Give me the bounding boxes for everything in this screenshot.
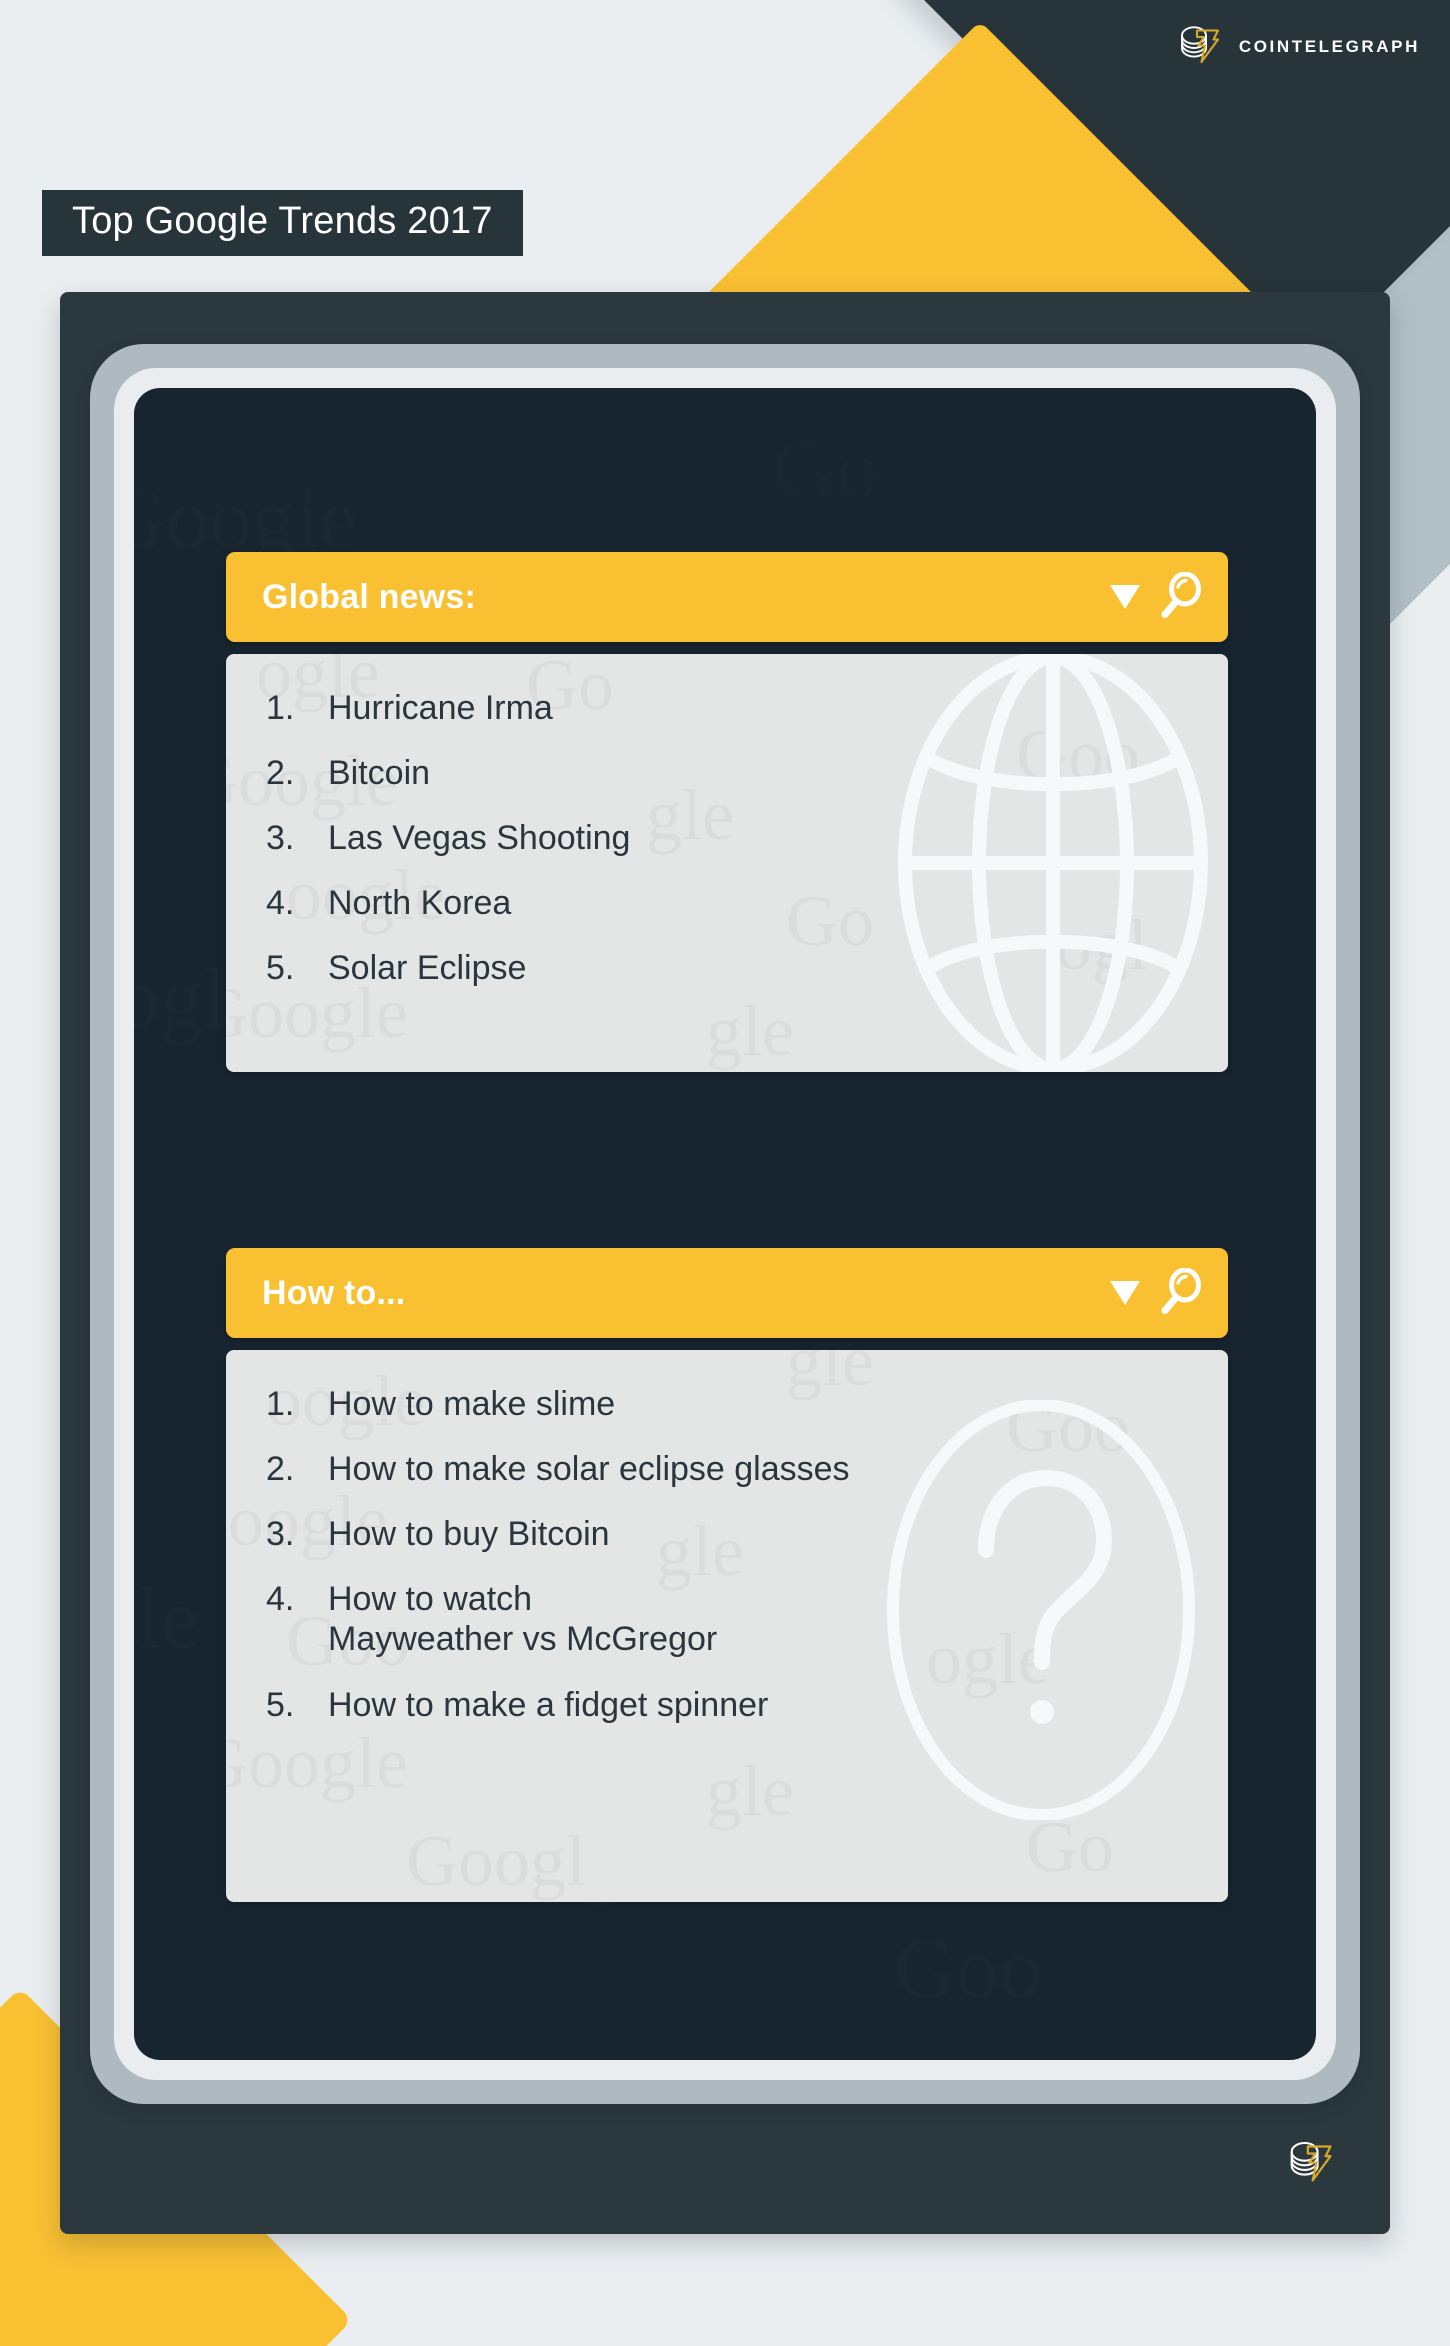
section-header-label: Global news: — [262, 577, 476, 616]
section-header-icon-group — [1110, 571, 1202, 623]
trend-list-how-to: 1. How to make slime 2. How to make sola… — [226, 1350, 1228, 1725]
list-item[interactable]: 2. Bitcoin — [226, 753, 1228, 793]
list-item-label: How to make solar eclipse glasses — [328, 1450, 850, 1489]
list-item-label: Solar Eclipse — [328, 949, 527, 988]
section-header-how-to[interactable]: How to... — [226, 1248, 1228, 1338]
trend-list-global-news: 1. Hurricane Irma 2. Bitcoin 3. Las Vega… — [226, 654, 1228, 989]
device-screen: Google gle oogle Go Google gle Goo Globa… — [134, 388, 1316, 2060]
magnifier-icon[interactable] — [1158, 1267, 1202, 1319]
list-item-number: 4. — [266, 884, 295, 923]
list-item-number: 5. — [266, 1685, 295, 1724]
list-item-number: 4. — [266, 1580, 295, 1619]
list-item-label: How to make slime — [328, 1385, 616, 1423]
list-item[interactable]: 5. Solar Eclipse — [226, 948, 1228, 988]
brand-logo-header: COINTELEGRAPH — [1173, 18, 1420, 75]
list-item-label: Bitcoin — [328, 754, 431, 793]
list-item-label: Las Vegas Shooting — [328, 819, 631, 858]
list-item-number: 3. — [266, 819, 295, 858]
list-item-number: 3. — [266, 1515, 295, 1554]
list-item-number: 2. — [266, 754, 295, 793]
cointelegraph-coin-bolt-logo-icon — [1173, 18, 1225, 75]
list-item-number: 1. — [266, 689, 295, 727]
device-frame-white: Google gle oogle Go Google gle Goo Globa… — [114, 368, 1336, 2080]
cointelegraph-coin-bolt-logo-icon — [1282, 2133, 1338, 2194]
chevron-down-icon[interactable] — [1110, 585, 1140, 609]
brand-logo-footer — [1282, 2133, 1338, 2194]
list-item-label: Hurricane Irma — [328, 689, 553, 727]
list-item[interactable]: 4. How to watch Mayweather vs McGregor — [226, 1579, 1228, 1659]
list-item[interactable]: 2. How to make solar eclipse glasses — [226, 1449, 1228, 1489]
brand-wordmark: COINTELEGRAPH — [1238, 36, 1420, 56]
list-item[interactable]: 3. Las Vegas Shooting — [226, 818, 1228, 858]
page-title-banner: Top Google Trends 2017 — [42, 190, 523, 256]
chevron-down-icon[interactable] — [1110, 1281, 1140, 1305]
list-item[interactable]: 1. How to make slime — [226, 1384, 1228, 1424]
page-title: Top Google Trends 2017 — [72, 200, 493, 242]
list-item[interactable]: 3. How to buy Bitcoin — [226, 1514, 1228, 1554]
list-item[interactable]: 4. North Korea — [226, 883, 1228, 923]
list-item-number: 2. — [266, 1450, 295, 1489]
list-item-label: How to watch Mayweather vs McGregor — [328, 1580, 718, 1659]
section-header-label: How to... — [262, 1273, 406, 1312]
section-body-how-to: gle oogle Goo Google gle Goo ogle Google… — [226, 1350, 1228, 1902]
device-outer-card: Google gle oogle Go Google gle Goo Globa… — [60, 292, 1390, 2234]
section-header-icon-group — [1110, 1267, 1202, 1319]
list-item[interactable]: 1. Hurricane Irma — [226, 688, 1228, 728]
list-item-label: How to make a fidget spinner — [328, 1685, 769, 1724]
list-item-number: 1. — [266, 1385, 295, 1423]
section-global-news: Global news: ogle Go oogle gle oogle Go … — [226, 552, 1228, 1072]
list-item-label: How to buy Bitcoin — [328, 1515, 610, 1554]
list-item-number: 5. — [266, 949, 295, 988]
list-item[interactable]: 5. How to make a fidget spinner — [226, 1685, 1228, 1725]
section-body-global-news: ogle Go Google gle oogle Go Google gle G… — [226, 654, 1228, 1072]
list-item-label: North Korea — [328, 884, 512, 923]
section-how-to: How to... gle oogle Goo oogle gle Goo og… — [226, 1248, 1228, 1902]
infographic-canvas: COINTELEGRAPH Top Google Trends 2017 Goo… — [0, 0, 1450, 2346]
device-frame-grey: Google gle oogle Go Google gle Goo Globa… — [90, 344, 1360, 2104]
magnifier-icon[interactable] — [1158, 571, 1202, 623]
section-header-global-news[interactable]: Global news: — [226, 552, 1228, 642]
